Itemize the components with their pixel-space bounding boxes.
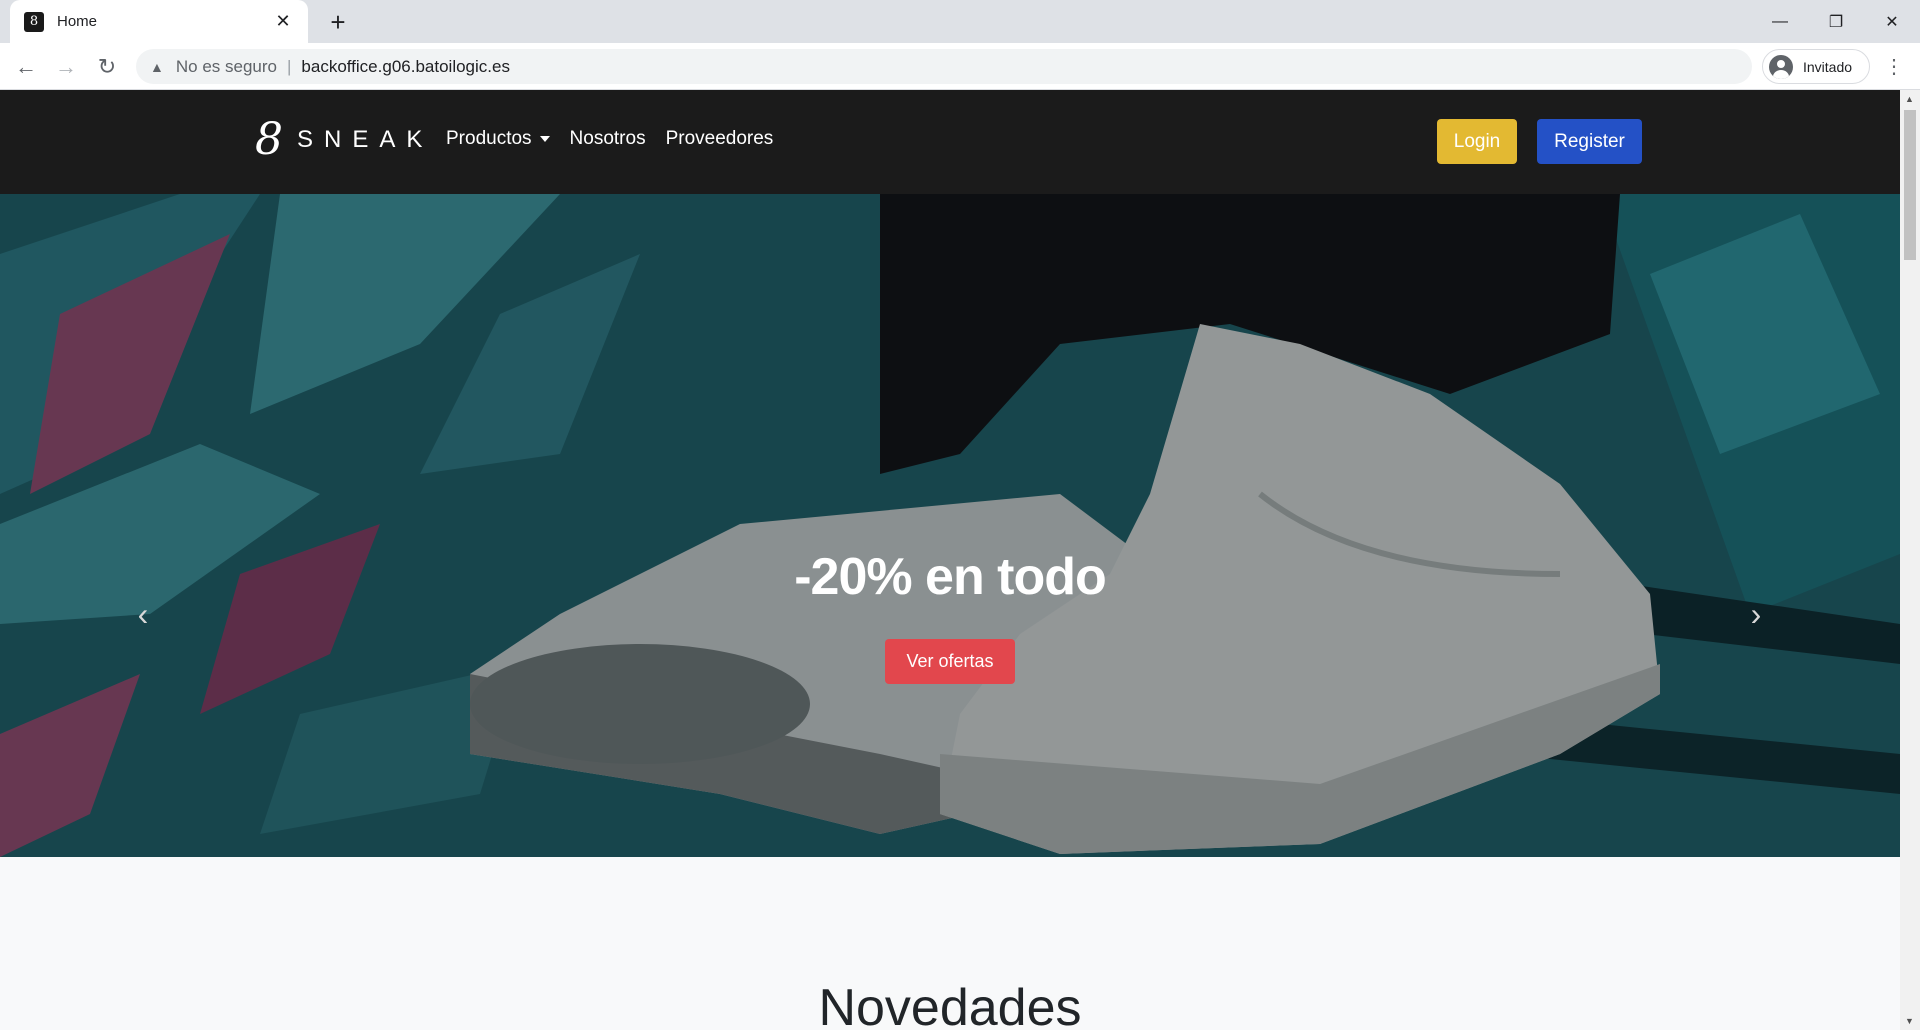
- back-arrow-icon[interactable]: ←: [10, 51, 42, 83]
- scrollbar-thumb[interactable]: [1904, 110, 1916, 260]
- security-label: No es seguro: [175, 56, 277, 76]
- page-scrollbar[interactable]: ▲ ▼: [1900, 90, 1920, 1030]
- url-text: backoffice.g06.batoilogic.es: [301, 56, 510, 76]
- new-tab-icon[interactable]: +: [324, 8, 352, 36]
- tab-title: Home: [57, 13, 98, 30]
- hero-sneaker-image: [0, 194, 1900, 857]
- nav-productos-label: Productos: [446, 128, 532, 149]
- site-favicon-icon: 8: [24, 11, 44, 32]
- window-close-icon[interactable]: ✕: [1864, 0, 1920, 43]
- brand-text: SNEAK: [297, 126, 434, 153]
- tab-close-icon[interactable]: ✕: [272, 11, 294, 32]
- browser-tab-strip: 8 Home ✕ + — ❐ ✕: [0, 0, 1920, 43]
- hero-carousel: ‹ › -20% en todo Ver ofertas: [0, 194, 1900, 857]
- nav-productos-dropdown[interactable]: Productos: [446, 128, 550, 150]
- reload-icon[interactable]: ↻: [91, 51, 123, 83]
- avatar-icon: [1769, 54, 1793, 79]
- site-navbar: 8 SNEAK Productos Nosotros Proveedores L…: [0, 90, 1900, 194]
- restore-icon[interactable]: ❐: [1808, 0, 1864, 43]
- profile-label: Invitado: [1803, 58, 1853, 75]
- kebab-menu-icon[interactable]: ⋮: [1884, 55, 1904, 79]
- nav-nosotros-link[interactable]: Nosotros: [570, 128, 646, 150]
- brand-mark-icon: 8: [255, 114, 283, 165]
- scroll-down-icon[interactable]: ▼: [1905, 1016, 1914, 1026]
- page-viewport: 8 SNEAK Productos Nosotros Proveedores L…: [0, 90, 1900, 1030]
- novedades-heading: Novedades: [818, 979, 1082, 1030]
- address-bar-row: ← → ↻ ▲ No es seguro | backoffice.g06.ba…: [0, 43, 1920, 90]
- brand-logo[interactable]: 8 SNEAK: [255, 118, 433, 162]
- hero-title: -20% en todo: [794, 548, 1107, 606]
- ver-ofertas-button[interactable]: Ver ofertas: [885, 639, 1015, 684]
- nav-proveedores-link[interactable]: Proveedores: [666, 128, 774, 150]
- caret-down-icon: [539, 136, 550, 142]
- address-separator: |: [286, 56, 292, 76]
- minimize-icon[interactable]: —: [1752, 0, 1808, 43]
- forward-arrow-icon[interactable]: →: [50, 51, 82, 83]
- warning-icon[interactable]: ▲: [150, 59, 164, 75]
- profile-button[interactable]: Invitado: [1762, 49, 1870, 84]
- scroll-up-icon[interactable]: ▲: [1905, 94, 1914, 104]
- browser-tab[interactable]: 8 Home ✕: [10, 0, 308, 43]
- address-input[interactable]: ▲ No es seguro | backoffice.g06.batoilog…: [136, 49, 1752, 84]
- login-button[interactable]: Login: [1437, 119, 1517, 164]
- register-button[interactable]: Register: [1537, 119, 1642, 164]
- nav-links: Productos Nosotros Proveedores: [446, 128, 793, 150]
